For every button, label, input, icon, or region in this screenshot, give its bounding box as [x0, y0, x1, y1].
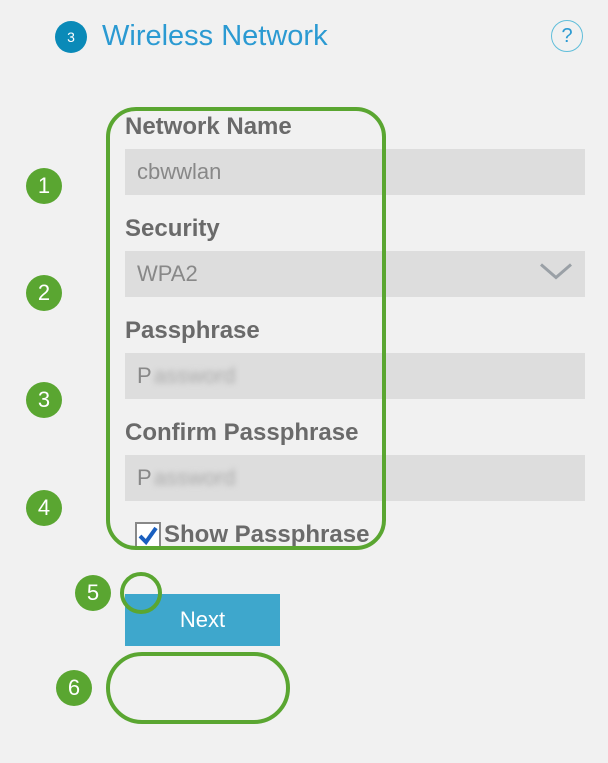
- field-confirm-passphrase: Confirm Passphrase Password: [125, 419, 588, 501]
- confirm-passphrase-input[interactable]: Password: [125, 455, 585, 501]
- annotation-3: 3: [26, 382, 62, 418]
- show-passphrase-row: Show Passphrase: [135, 521, 588, 549]
- show-passphrase-checkbox[interactable]: [135, 522, 161, 548]
- passphrase-input[interactable]: Password: [125, 353, 585, 399]
- annotation-2: 2: [26, 275, 62, 311]
- page-title: Wireless Network: [102, 20, 328, 53]
- step-number-badge: 3: [55, 21, 87, 53]
- field-passphrase: Passphrase Password: [125, 317, 588, 399]
- field-network-name: Network Name: [125, 113, 588, 195]
- annotation-1: 1: [26, 168, 62, 204]
- confirm-passphrase-label: Confirm Passphrase: [125, 419, 588, 447]
- field-security: Security: [125, 215, 588, 297]
- show-passphrase-label: Show Passphrase: [164, 521, 369, 549]
- security-select[interactable]: [125, 251, 585, 297]
- help-icon[interactable]: ?: [551, 20, 583, 52]
- annotation-4: 4: [26, 490, 62, 526]
- annotation-5: 5: [75, 575, 111, 611]
- security-label: Security: [125, 215, 588, 243]
- annotation-6: 6: [56, 670, 92, 706]
- next-button[interactable]: Next: [125, 594, 280, 646]
- header: 3 Wireless Network: [0, 0, 608, 53]
- checkmark-icon: [137, 524, 159, 546]
- network-name-label: Network Name: [125, 113, 588, 141]
- passphrase-label: Passphrase: [125, 317, 588, 345]
- network-name-input[interactable]: [125, 149, 585, 195]
